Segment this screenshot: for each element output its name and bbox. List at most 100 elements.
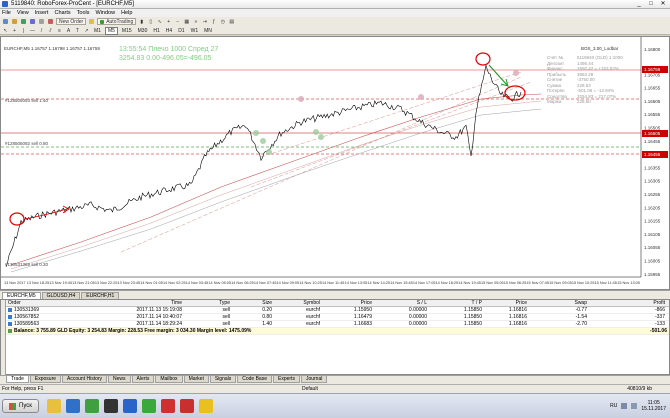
- label-icon[interactable]: T: [74, 27, 81, 34]
- col-order[interactable]: Order: [6, 300, 66, 306]
- timeframe-d1[interactable]: D1: [176, 28, 186, 34]
- market-watch-icon[interactable]: [20, 18, 27, 25]
- menu-window[interactable]: Window: [96, 10, 116, 16]
- language-indicator[interactable]: RU: [610, 403, 617, 409]
- tab-trade[interactable]: Trade: [6, 376, 29, 383]
- timeframe-w1[interactable]: W1: [189, 28, 201, 34]
- bar-chart-icon[interactable]: ▮: [138, 18, 145, 25]
- meta-editor-icon[interactable]: [88, 18, 95, 25]
- close-button[interactable]: ✕: [658, 1, 668, 8]
- chart-tab-eurchf-m5[interactable]: EURCHF,M5: [2, 292, 41, 299]
- table-row[interactable]: 130589563 2017.11.14 18:29:24 sell 1.40 eurc…: [6, 321, 669, 328]
- vertical-line-icon[interactable]: |: [20, 27, 27, 34]
- media-icon[interactable]: [84, 399, 99, 413]
- menu-insert[interactable]: Insert: [35, 10, 49, 16]
- puzzle-app-icon[interactable]: [179, 399, 194, 413]
- timeframe-m30[interactable]: M30: [136, 28, 150, 34]
- trendline-icon[interactable]: /: [38, 27, 45, 34]
- trade-marker[interactable]: [253, 130, 259, 136]
- table-row[interactable]: 130567852 2017.11.14 10:40:07 sell 0.80 eurc…: [6, 314, 669, 321]
- profiles-icon[interactable]: [11, 18, 18, 25]
- tab-news[interactable]: News: [108, 376, 131, 383]
- maximize-button[interactable]: □: [646, 1, 656, 8]
- table-row[interactable]: 130531369 2017.11.13 15:19:08 sell 0.20 eurc…: [6, 307, 669, 314]
- minimize-button[interactable]: _: [634, 1, 644, 8]
- yellow-app-icon[interactable]: [198, 399, 213, 413]
- line-chart-icon[interactable]: ∿: [156, 18, 163, 25]
- tab-journal[interactable]: Journal: [300, 376, 328, 383]
- menu-file[interactable]: File: [2, 10, 11, 16]
- menu-view[interactable]: View: [17, 10, 29, 16]
- explorer-icon[interactable]: [46, 399, 61, 413]
- timeframe-m5[interactable]: M5: [104, 26, 118, 35]
- tab-signals[interactable]: Signals: [209, 376, 237, 383]
- volume-icon[interactable]: [631, 403, 638, 409]
- col-time[interactable]: Time: [66, 300, 184, 306]
- trade-marker[interactable]: [313, 129, 319, 135]
- autoscroll-icon[interactable]: »: [192, 18, 199, 25]
- trade-marker[interactable]: [298, 96, 304, 102]
- trader-app-icon[interactable]: [141, 399, 156, 413]
- new-order-button[interactable]: New Order: [56, 18, 87, 25]
- terminal-app-icon[interactable]: [122, 399, 137, 413]
- zoom-out-icon[interactable]: −: [174, 18, 181, 25]
- col-current-price[interactable]: Price: [484, 300, 529, 306]
- tab-code-base[interactable]: Code Base: [237, 376, 272, 383]
- chart-window[interactable]: #128505093 sell 1.40 #128505092 sell 0.8…: [0, 36, 670, 290]
- chart-tab-eurchf-h1[interactable]: EURCHF,H1: [81, 292, 120, 299]
- app-icon-dark[interactable]: [103, 399, 118, 413]
- menu-charts[interactable]: Charts: [54, 10, 70, 16]
- menu-help[interactable]: Help: [121, 10, 132, 16]
- trade-marker[interactable]: [260, 138, 266, 144]
- trade-marker[interactable]: [418, 94, 424, 100]
- timeframe-mn[interactable]: MN: [202, 28, 214, 34]
- timeframe-h1[interactable]: H1: [151, 28, 161, 34]
- new-chart-icon[interactable]: [2, 18, 9, 25]
- col-size[interactable]: Size: [232, 300, 274, 306]
- browser-icon[interactable]: [65, 399, 80, 413]
- timeframe-m1[interactable]: M1: [92, 28, 103, 34]
- timeframe-h4[interactable]: H4: [164, 28, 174, 34]
- col-price[interactable]: Price: [322, 300, 374, 306]
- col-swap[interactable]: Swap: [529, 300, 589, 306]
- periods-icon[interactable]: ◷: [219, 18, 226, 25]
- tab-alerts[interactable]: Alerts: [131, 376, 155, 383]
- auto-trading-button[interactable]: AutoTrading: [97, 18, 137, 25]
- fibonacci-icon[interactable]: ≡: [56, 27, 63, 34]
- tab-account-history[interactable]: Account History: [62, 376, 108, 383]
- chart-tab-gldusd-h4[interactable]: GLDUSD,H4: [41, 292, 81, 299]
- horizontal-line-icon[interactable]: —: [29, 27, 36, 34]
- candlestick-icon[interactable]: ▯: [147, 18, 154, 25]
- col-symbol[interactable]: Symbol: [274, 300, 322, 306]
- balance-row[interactable]: Balance: 3 755.89 GLD Equity: 3 254.83 M…: [6, 328, 669, 335]
- timeframe-m15[interactable]: M15: [120, 28, 134, 34]
- col-sl[interactable]: S / L: [374, 300, 429, 306]
- col-profit[interactable]: Profit: [589, 300, 667, 306]
- col-tp[interactable]: T / P: [429, 300, 484, 306]
- templates-icon[interactable]: ▤: [228, 18, 235, 25]
- tile-icon[interactable]: ▦: [183, 18, 190, 25]
- tab-market[interactable]: Market: [183, 376, 209, 383]
- shift-icon[interactable]: ⇥: [201, 18, 208, 25]
- tab-mailbox[interactable]: Mailbox: [155, 376, 183, 383]
- trade-marker[interactable]: [318, 134, 324, 140]
- terminal-icon[interactable]: [38, 18, 45, 25]
- network-icon[interactable]: [621, 403, 628, 409]
- trade-marker[interactable]: [513, 70, 519, 76]
- indicators-icon[interactable]: ƒ: [210, 18, 217, 25]
- col-type[interactable]: Type: [184, 300, 232, 306]
- tester-icon[interactable]: [47, 18, 54, 25]
- trade-marker[interactable]: [266, 149, 272, 155]
- tab-experts[interactable]: Experts: [273, 376, 300, 383]
- navigator-icon[interactable]: [29, 18, 36, 25]
- tab-exposure[interactable]: Exposure: [29, 376, 62, 383]
- clock[interactable]: 11:05 15.11.2017: [641, 400, 666, 412]
- menu-tools[interactable]: Tools: [77, 10, 90, 16]
- zoom-in-icon[interactable]: +: [165, 18, 172, 25]
- text-icon[interactable]: A: [65, 27, 72, 34]
- channel-icon[interactable]: ⫽: [47, 27, 54, 34]
- flag-app-icon[interactable]: [160, 399, 175, 413]
- crosshair-icon[interactable]: +: [11, 27, 18, 34]
- start-button[interactable]: Пуск: [2, 399, 39, 413]
- cursor-icon[interactable]: ↖: [2, 27, 9, 34]
